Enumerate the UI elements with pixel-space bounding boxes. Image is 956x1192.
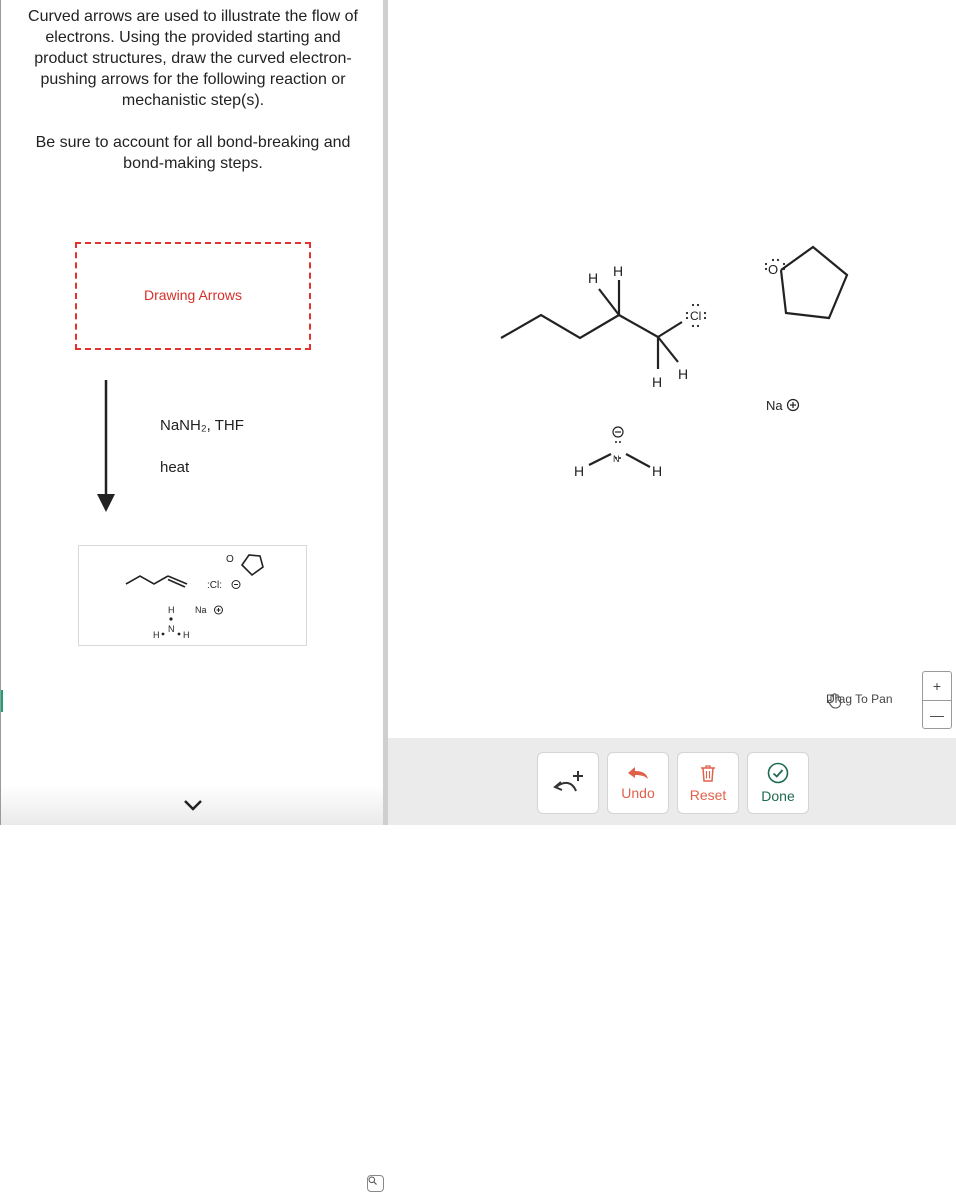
undo-arrow-icon: [628, 767, 648, 779]
trash-icon: [701, 765, 715, 782]
amide-hydrogen-left: H: [574, 463, 584, 479]
drawing-arrows-label: Drawing Arrows: [143, 287, 243, 303]
panel-edge-marker: [1, 690, 3, 712]
drawing-canvas[interactable]: H H H H Cl N H H O Na Drag To Pan + —: [388, 0, 956, 738]
thumb-chloride-label: :Cl:: [207, 580, 222, 591]
thumb-nitrogen-label: N: [168, 624, 175, 634]
zoom-out-button[interactable]: —: [923, 701, 951, 729]
product-thumbnail[interactable]: :Cl: O H Na N H H: [78, 545, 384, 1192]
done-button[interactable]: Done: [747, 752, 809, 814]
thumb-h-right-label: H: [183, 630, 190, 640]
hydrogen-label-4: H: [678, 366, 688, 382]
drawing-arrows-box[interactable]: Drawing Arrows: [75, 242, 311, 350]
reaction-arrow-icon: [97, 380, 115, 512]
curved-arrow-add-icon: [553, 771, 583, 792]
undo-label: Undo: [621, 785, 655, 801]
nitrogen-label: N: [613, 454, 620, 464]
reset-label: Reset: [689, 787, 727, 803]
done-label: Done: [761, 788, 795, 804]
condition-text: heat: [160, 459, 190, 476]
hand-icon: [827, 693, 842, 709]
amide-hydrogen-right: H: [652, 463, 662, 479]
oxygen-label: O: [768, 262, 778, 277]
zoom-icon: [368, 1176, 377, 1185]
instructions: Curved arrows are used to illustrate the…: [23, 6, 363, 195]
instructions-paragraph-1: Curved arrows are used to illustrate the…: [28, 8, 358, 109]
chlorine-label: Cl: [690, 309, 701, 323]
undo-button[interactable]: Undo: [607, 752, 669, 814]
question-panel: Curved arrows are used to illustrate the…: [0, 0, 384, 1192]
add-curved-arrow-button[interactable]: [537, 752, 599, 814]
check-circle-icon: [767, 762, 789, 784]
reset-button[interactable]: Reset: [677, 752, 739, 814]
drag-to-pan-hint: Drag To Pan: [826, 692, 893, 709]
thumbnail-zoom-button[interactable]: [367, 1175, 384, 1192]
reactant-structures: H H H H Cl N H H O Na: [500, 245, 849, 479]
product-structure-thumbnail: :Cl: O H Na N H H: [125, 554, 264, 640]
thumb-oxygen-label: O: [226, 554, 234, 565]
hydrogen-label-3: H: [652, 374, 662, 390]
hydrogen-label-1: H: [588, 270, 598, 286]
thumb-sodium-label: Na: [195, 605, 207, 615]
sodium-label: Na: [766, 398, 783, 413]
chevron-down-icon[interactable]: [183, 798, 203, 812]
instructions-paragraph-2: Be sure to account for all bond-breaking…: [35, 134, 351, 172]
reagent-text: NaNH₂, THF: [160, 417, 244, 434]
canvas-zoom-controls: + —: [922, 671, 952, 729]
thumb-h-left-label: H: [153, 630, 160, 640]
thumb-h-label: H: [168, 605, 175, 615]
zoom-in-button[interactable]: +: [923, 672, 951, 701]
hydrogen-label-2: H: [613, 263, 623, 279]
bottom-toolbar: Undo Reset Done: [388, 738, 956, 825]
